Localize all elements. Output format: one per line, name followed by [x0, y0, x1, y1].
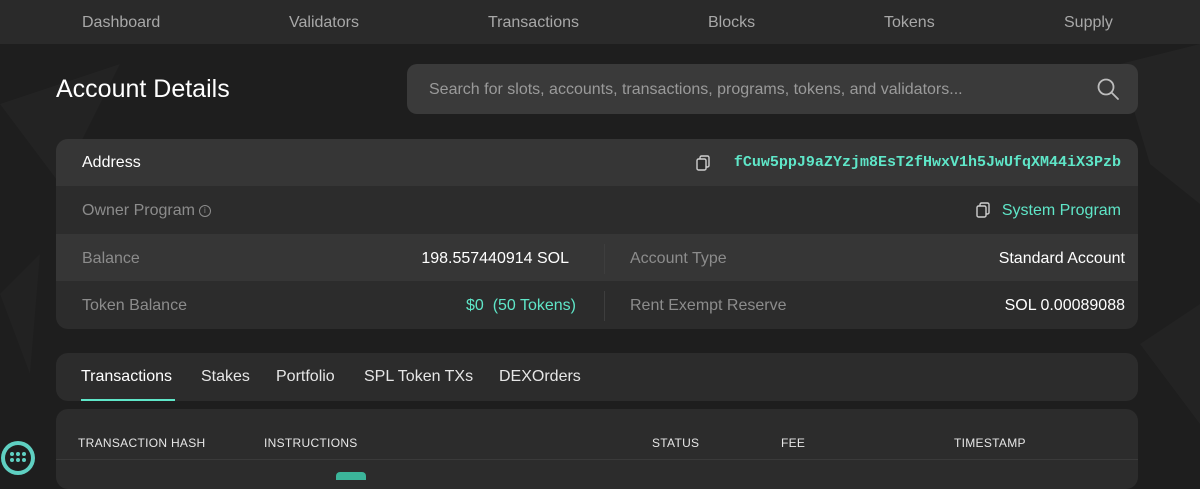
- info-icon[interactable]: i: [198, 205, 211, 217]
- top-nav: Dashboard Validators Transactions Blocks…: [0, 0, 1200, 44]
- chat-support-icon[interactable]: [0, 440, 36, 476]
- nav-item-supply[interactable]: Supply: [1064, 14, 1113, 32]
- tab-dexorders[interactable]: DEXOrders: [499, 368, 581, 386]
- instruction-badge: [336, 472, 366, 480]
- balance-value: 198.557440914 SOL: [421, 250, 569, 267]
- nav-item-transactions[interactable]: Transactions: [488, 14, 579, 32]
- address-label: Address: [82, 154, 141, 171]
- account-details-card: Address fCuw5ppJ9aZYzjm8EsT2fHwxV1h5JwUf…: [56, 139, 1138, 329]
- owner-program-label-text: Owner Program: [82, 202, 195, 219]
- page-title: Account Details: [56, 75, 230, 103]
- transactions-table: TRANSACTION HASH INSTRUCTIONS STATUS FEE…: [56, 409, 1138, 489]
- tab-transactions[interactable]: Transactions: [81, 368, 172, 386]
- account-tabs: Transactions Stakes Portfolio SPL Token …: [56, 353, 1138, 401]
- tab-stakes[interactable]: Stakes: [201, 368, 250, 386]
- column-header-fee[interactable]: FEE: [781, 436, 805, 450]
- search-icon[interactable]: [1096, 77, 1120, 101]
- tab-portfolio[interactable]: Portfolio: [276, 368, 335, 386]
- copy-icon[interactable]: [696, 155, 710, 171]
- search-input[interactable]: [427, 64, 1081, 116]
- account-type-label: Account Type: [630, 250, 727, 267]
- column-header-transaction-hash[interactable]: TRANSACTION HASH: [78, 436, 205, 450]
- search-bar: [407, 64, 1138, 116]
- account-type-value: Standard Account: [998, 250, 1125, 267]
- column-divider: [604, 244, 605, 274]
- table-header-divider: [56, 459, 1138, 460]
- balance-row: [56, 234, 1138, 281]
- balance-label: Balance: [82, 250, 140, 267]
- nav-item-dashboard[interactable]: Dashboard: [82, 14, 160, 32]
- rent-exempt-label: Rent Exempt Reserve: [630, 297, 787, 314]
- active-tab-indicator: [81, 399, 175, 401]
- column-header-status[interactable]: STATUS: [652, 436, 699, 450]
- column-divider: [604, 291, 605, 321]
- column-header-instructions[interactable]: INSTRUCTIONS: [264, 436, 358, 450]
- nav-item-validators[interactable]: Validators: [289, 14, 359, 32]
- copy-icon[interactable]: [976, 202, 990, 218]
- owner-program-value[interactable]: System Program: [1002, 202, 1121, 220]
- owner-program-label: Owner Program i: [82, 202, 211, 220]
- token-balance-label: Token Balance: [82, 297, 187, 314]
- nav-item-tokens[interactable]: Tokens: [884, 14, 935, 32]
- token-balance-value[interactable]: $0 (50 Tokens): [466, 297, 576, 315]
- column-header-timestamp[interactable]: TIMESTAMP: [954, 436, 1026, 450]
- rent-exempt-value: SOL 0.00089088: [1004, 297, 1125, 314]
- address-value[interactable]: fCuw5ppJ9aZYzjm8EsT2fHwxV1h5JwUfqXM44iX3…: [734, 154, 1121, 171]
- tab-spl-token-txs[interactable]: SPL Token TXs: [364, 368, 473, 386]
- nav-item-blocks[interactable]: Blocks: [708, 14, 755, 32]
